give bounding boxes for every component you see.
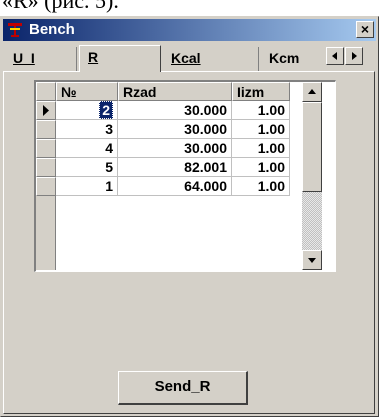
table-cell-rzad[interactable]: 82.001: [118, 158, 232, 177]
tab-label: Kcm: [269, 50, 300, 66]
tab-strip: U_I R Kcal Kcm: [5, 45, 374, 72]
close-button[interactable]: ×: [356, 21, 374, 38]
empty-indicator-area: [36, 196, 56, 270]
tab-u-i[interactable]: U_I: [5, 47, 77, 71]
scroll-thumb[interactable]: [302, 102, 322, 192]
column-header-number[interactable]: №: [56, 82, 118, 101]
table-cell-rzad[interactable]: 30.000: [118, 120, 232, 139]
scroll-down-button[interactable]: [302, 250, 322, 270]
triangle-up-icon: [308, 89, 316, 94]
table-cell-rzad[interactable]: 30.000: [118, 139, 232, 158]
tab-r[interactable]: R: [79, 45, 161, 72]
caption-text: «R» (рис. 5).: [2, 0, 119, 13]
column-header-rzad[interactable]: Rzad: [118, 82, 232, 101]
vertical-scrollbar[interactable]: [301, 82, 335, 270]
row-indicator[interactable]: [36, 139, 56, 158]
title-bar[interactable]: Bench ×: [3, 19, 376, 41]
table-cell-rzad[interactable]: 64.000: [118, 177, 232, 196]
row-indicator[interactable]: [36, 158, 56, 177]
scroll-up-button[interactable]: [302, 82, 322, 102]
tab-kcm[interactable]: Kcm: [261, 47, 323, 71]
window-title: Bench: [29, 21, 75, 38]
table-cell-iizm[interactable]: 1.00: [232, 139, 290, 158]
scroll-track[interactable]: [302, 192, 322, 250]
grid-corner: [36, 82, 56, 101]
table-cell-iizm[interactable]: 1.00: [232, 101, 290, 120]
column-header-iizm[interactable]: Iizm: [232, 82, 290, 101]
triangle-down-icon: [308, 258, 316, 263]
table-cell-number[interactable]: 3: [56, 120, 118, 139]
tab-label: Kcal: [171, 50, 201, 66]
row-indicator[interactable]: [36, 177, 56, 196]
tab-kcal[interactable]: Kcal: [163, 47, 259, 71]
tab-scroll-right-button[interactable]: [345, 47, 363, 65]
table-cell-number[interactable]: 2: [56, 101, 118, 120]
tab-scroll-left-button[interactable]: [326, 47, 344, 65]
close-icon: ×: [360, 21, 370, 37]
selected-cell-value: 2: [99, 101, 113, 119]
table-cell-rzad[interactable]: 30.000: [118, 101, 232, 120]
table-cell-number[interactable]: 4: [56, 139, 118, 158]
table-cell-iizm[interactable]: 1.00: [232, 120, 290, 139]
bench-window: Bench × U_I R Kcal Kcm № Rzad Iizm 2 30.…: [0, 16, 379, 417]
send-r-button[interactable]: Send_R: [118, 371, 248, 405]
table-cell-number[interactable]: 1: [56, 177, 118, 196]
resistance-grid[interactable]: № Rzad Iizm 2 30.000 1.00 3 30.000 1.00 …: [34, 80, 336, 272]
triangle-left-icon: [332, 52, 337, 60]
row-pointer-icon: [43, 105, 49, 116]
document-caption: «R» (рис. 5).: [0, 0, 379, 16]
table-cell-number[interactable]: 5: [56, 158, 118, 177]
tab-label: R: [88, 49, 99, 65]
row-indicator[interactable]: [36, 120, 56, 139]
table-cell-iizm[interactable]: 1.00: [232, 177, 290, 196]
bench-app-icon: [8, 23, 22, 37]
row-indicator[interactable]: [36, 101, 56, 120]
tab-label: U_I: [13, 50, 35, 66]
table-cell-iizm[interactable]: 1.00: [232, 158, 290, 177]
triangle-right-icon: [352, 52, 357, 60]
